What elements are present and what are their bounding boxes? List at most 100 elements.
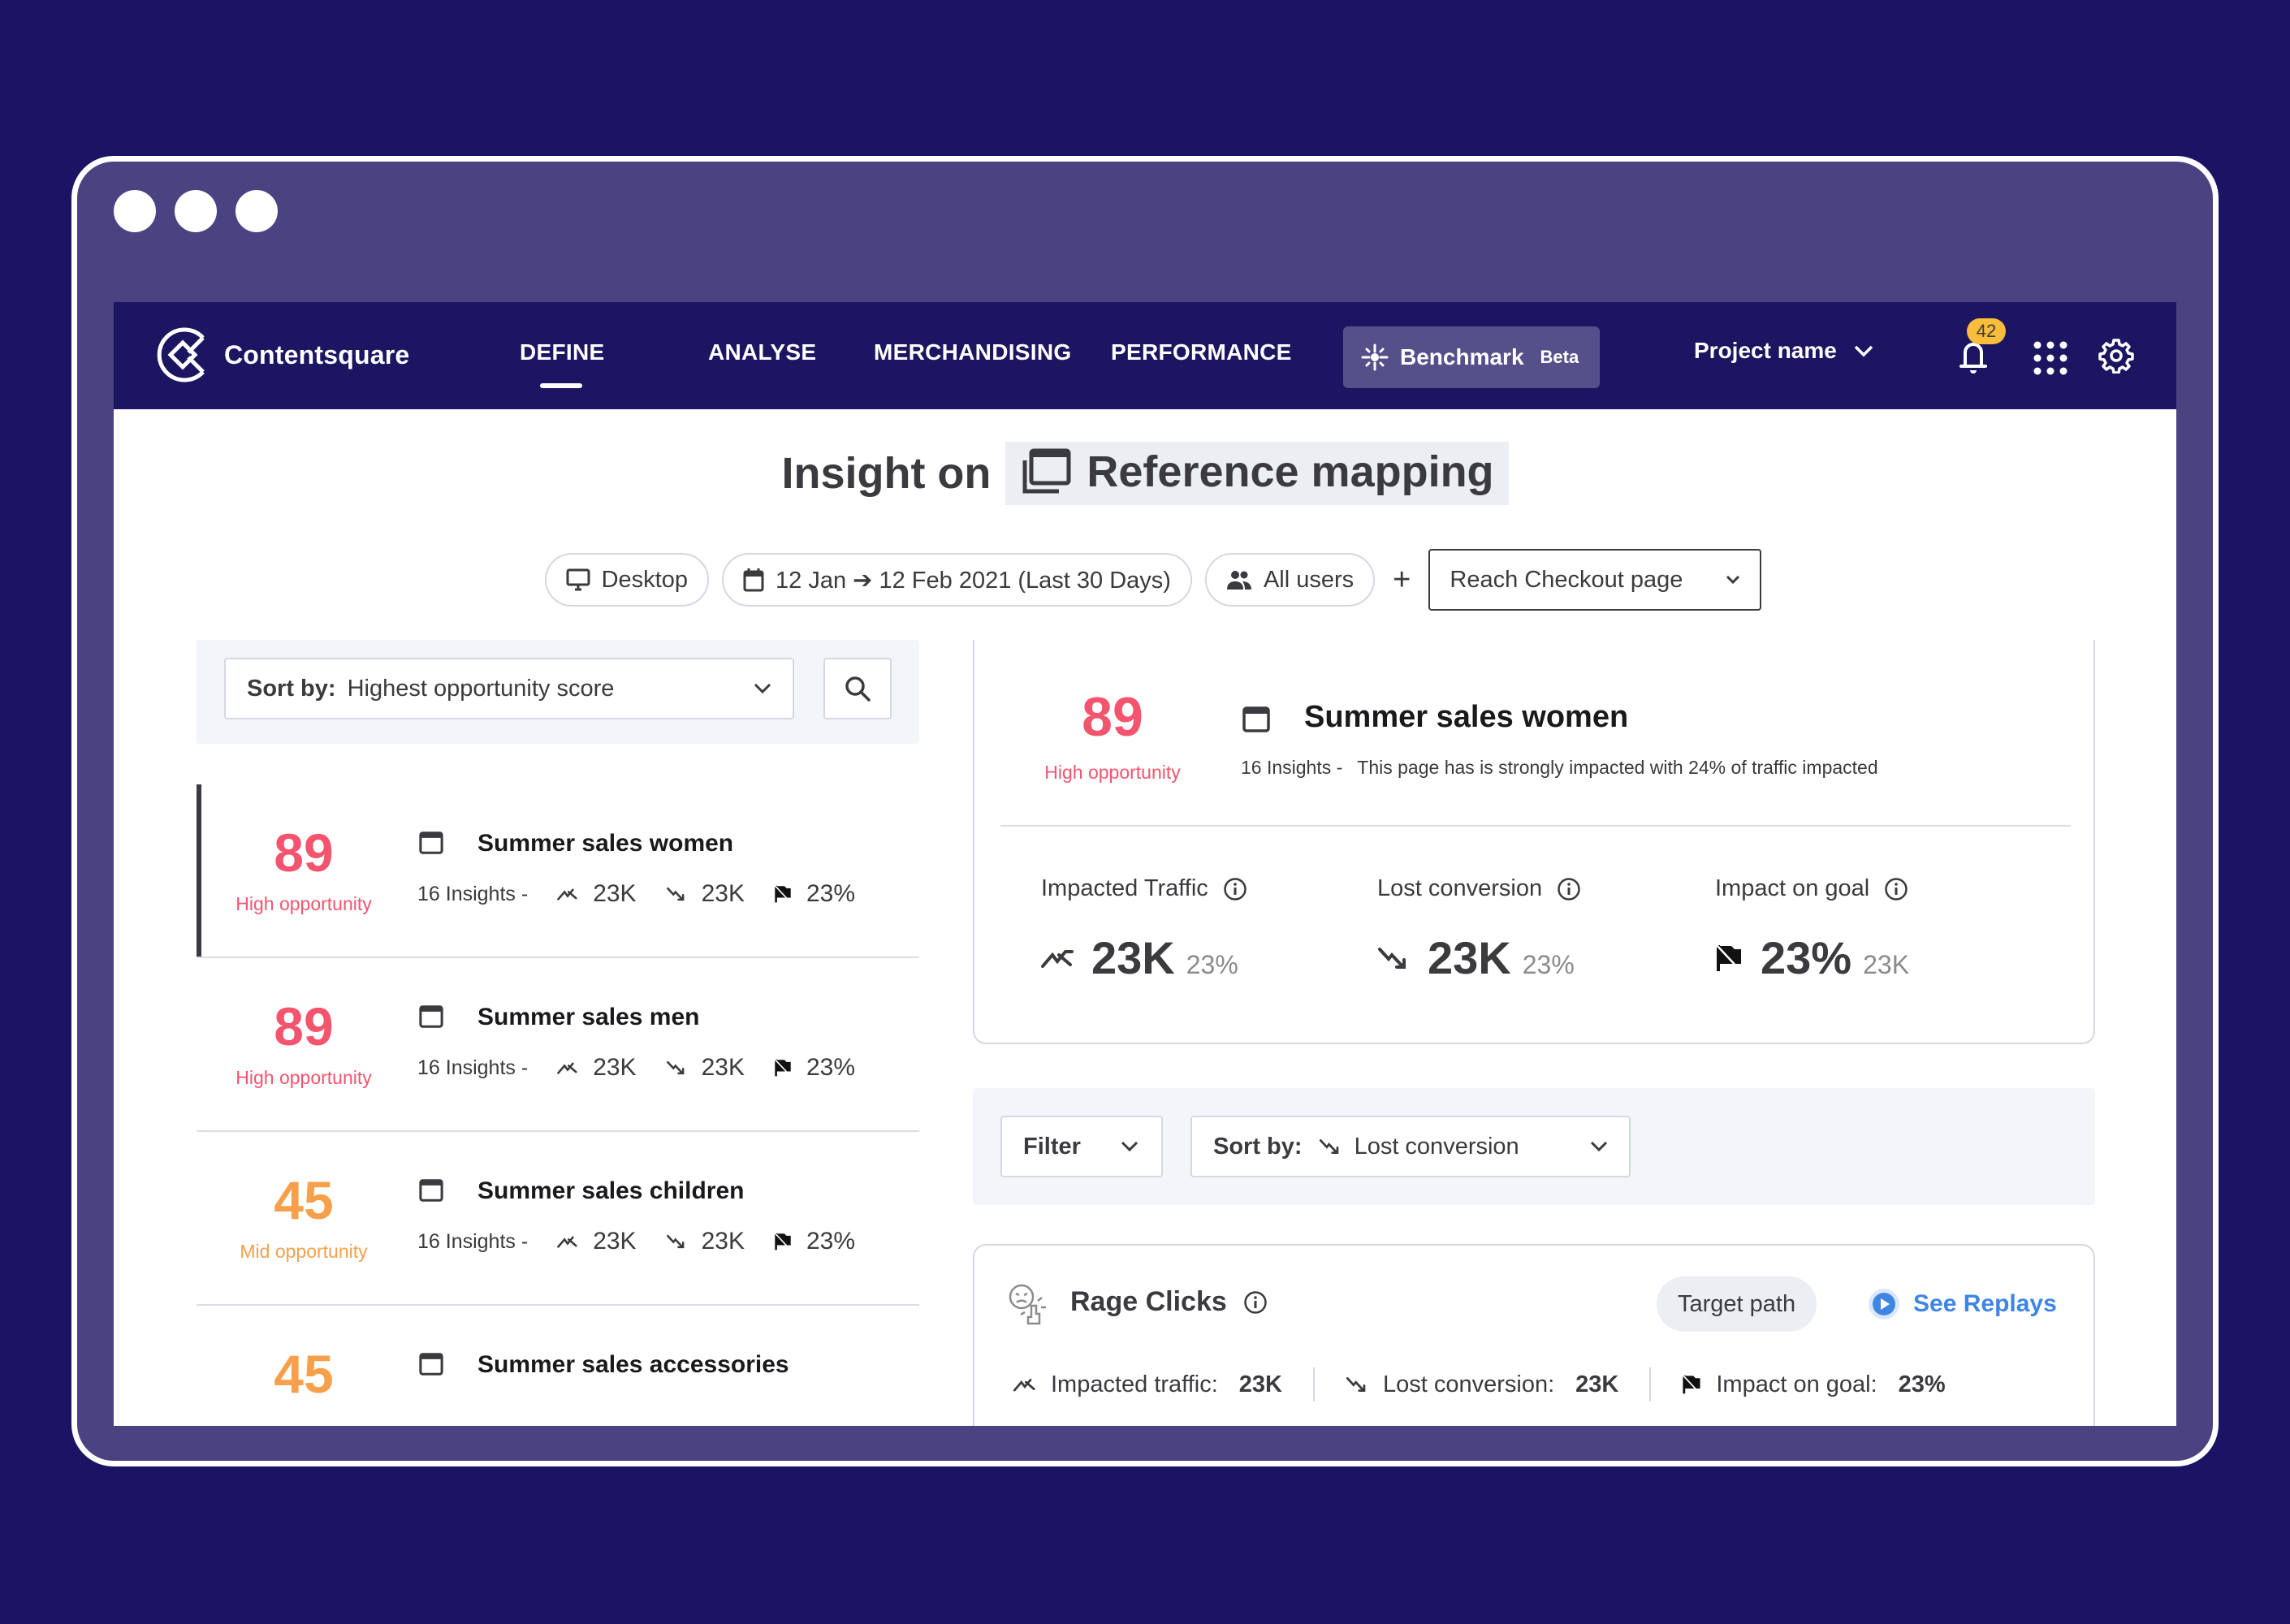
bell-icon[interactable] — [1957, 339, 1990, 375]
insight-description: 16 Insights - This page has is strongly i… — [1241, 757, 1878, 779]
window-control-dot[interactable] — [235, 190, 278, 232]
metric-label: Lost conversion: — [1382, 1371, 1555, 1397]
kpi-label: Impacted Traffic — [1041, 875, 1208, 901]
benchmark-button[interactable]: Benchmark Beta — [1343, 326, 1600, 388]
page-name-chip[interactable]: Reference mapping — [1005, 442, 1509, 505]
window-control-dot[interactable] — [175, 190, 217, 232]
info-icon[interactable] — [1243, 1290, 1268, 1315]
add-filter-button[interactable]: + — [1393, 563, 1411, 598]
segment-filter[interactable]: All users — [1204, 553, 1376, 607]
gear-icon[interactable] — [2098, 338, 2134, 374]
zone-sort-select[interactable]: Sort by: Lost conversion — [1190, 1116, 1631, 1177]
see-replays-link[interactable]: See Replays — [1868, 1288, 2057, 1320]
insight-name: Summer sales women — [477, 830, 734, 857]
search-button[interactable] — [823, 658, 892, 719]
trend-down-icon — [666, 887, 684, 901]
metric-goal: 23% — [774, 1228, 855, 1255]
nav-analyse[interactable]: ANALYSE — [708, 339, 816, 365]
date-range-filter[interactable]: 12 Jan ➔ 12 Feb 2021 (Last 30 Days) — [722, 553, 1192, 607]
nav-merchandising[interactable]: MERCHANDISING — [874, 339, 1071, 365]
trend-down-icon — [666, 1234, 684, 1249]
insight-list-item[interactable]: 45 Summer sales accessories — [197, 1306, 919, 1426]
metric-value: 23% — [806, 1054, 856, 1081]
contentsquare-logo-icon — [157, 327, 205, 382]
target-path-button[interactable]: Target path — [1657, 1276, 1817, 1332]
insight-list: 89 High opportunity Summer sales women 16 I… — [197, 784, 919, 1426]
metric-traffic: 23K — [557, 880, 637, 908]
insight-detail: 89 High opportunity Summer sales women 1… — [973, 640, 2095, 1426]
insight-count: 16 Insights - — [1241, 757, 1343, 778]
kpi-value: 23% — [1761, 932, 1852, 983]
insight-list-item[interactable]: 45 Mid opportunity Summer sales children 16… — [197, 1132, 919, 1306]
kpi-secondary: 23K — [1863, 950, 1910, 979]
play-icon — [1869, 1289, 1899, 1320]
metric-traffic: 23K — [557, 1228, 637, 1255]
metric-impacted-traffic: Impacted traffic: 23K — [1013, 1367, 1313, 1402]
page-icon — [419, 1353, 443, 1376]
insight-list-item[interactable]: 89 High opportunity Summer sales women 16 I… — [197, 784, 919, 958]
chevron-down-icon — [754, 683, 771, 694]
chevron-down-icon — [1590, 1141, 1608, 1152]
metric-value: 23K — [701, 1054, 745, 1081]
rage-clicks-metrics: Impacted traffic: 23K Lost conversion: 2… — [1013, 1367, 1977, 1402]
metric-lost-conversion: Lost conversion: 23K — [1312, 1367, 1649, 1402]
page-title: Insight on Reference mapping — [114, 442, 2176, 505]
filter-label: Filter — [1023, 1133, 1081, 1160]
zone-toolbar: Filter Sort by: Lost conversion — [973, 1088, 2095, 1205]
insight-metrics: 16 Insights - 23K 23K 23% — [417, 1228, 884, 1255]
goal-flag-icon — [774, 1233, 791, 1250]
brand-logo[interactable]: Contentsquare — [153, 325, 409, 385]
rage-clicks-card[interactable]: Rage Clicks Target path See Replays Impa… — [973, 1244, 2095, 1426]
title-prefix: Insight on — [781, 449, 992, 498]
opportunity-score: 89 — [1082, 686, 1143, 748]
kpi-label: Lost conversion — [1377, 875, 1543, 901]
users-icon — [1226, 571, 1251, 590]
chevron-down-icon — [1854, 345, 1873, 357]
top-navbar: Contentsquare DEFINE ANALYSE MERCHANDISI… — [114, 302, 2176, 409]
info-icon[interactable] — [1884, 877, 1908, 901]
opportunity-score: 89 — [274, 823, 334, 883]
device-filter[interactable]: Desktop — [544, 553, 709, 607]
trend-traffic-icon — [557, 1062, 577, 1074]
trend-traffic-icon — [557, 888, 577, 901]
info-icon[interactable] — [1557, 877, 1581, 901]
date-range-label: 12 Jan ➔ 12 Feb 2021 (Last 30 Days) — [776, 567, 1171, 594]
metric-value: 23K — [593, 1054, 637, 1081]
active-tab-indicator — [540, 383, 582, 388]
page-icon — [1242, 706, 1270, 732]
kpi-lost-conversion: Lost conversion 23K 23% — [1377, 875, 1581, 984]
insight-list-item[interactable]: 89 High opportunity Summer sales men 16 Ins… — [197, 958, 919, 1132]
opportunity-level: High opportunity — [235, 1067, 372, 1088]
nav-performance[interactable]: PERFORMANCE — [1111, 339, 1292, 365]
project-name: Project name — [1694, 338, 1837, 363]
nav-define[interactable]: DEFINE — [520, 339, 604, 365]
page-icon — [419, 1005, 443, 1028]
apps-grid-icon[interactable] — [2033, 341, 2067, 375]
sort-select[interactable]: Sort by: Highest opportunity score — [224, 658, 794, 719]
goal-flag-icon — [774, 1059, 791, 1077]
desktop-icon — [566, 568, 590, 591]
project-selector[interactable]: Project name — [1694, 338, 1874, 364]
metric-lost-conversion: 23K — [666, 880, 745, 908]
filter-dropdown[interactable]: Filter — [1000, 1116, 1163, 1177]
goal-select[interactable]: Reach Checkout page — [1428, 549, 1762, 611]
insight-name: Summer sales accessories — [477, 1351, 789, 1378]
window-control-dot[interactable] — [114, 190, 156, 232]
metric-value: 23K — [1575, 1371, 1619, 1397]
metric-lost-conversion: 23K — [666, 1054, 745, 1082]
metric-traffic: 23K — [557, 1054, 637, 1082]
sort-value: Lost conversion — [1354, 1133, 1519, 1160]
calendar-icon — [743, 568, 764, 592]
metric-lost-conversion: 23K — [666, 1228, 745, 1255]
benchmark-label: Benchmark — [1400, 344, 1524, 369]
metric-goal: 23% — [774, 1054, 855, 1082]
insight-summary-card: 89 High opportunity Summer sales women 1… — [973, 640, 2095, 1044]
opportunity-score: 89 — [274, 996, 334, 1056]
metric-label: Impacted traffic: — [1051, 1371, 1218, 1397]
page-icon — [419, 1179, 443, 1202]
list-toolbar: Sort by: Highest opportunity score — [197, 640, 919, 744]
trend-down-icon — [1346, 1377, 1366, 1392]
brand-name: Contentsquare — [224, 339, 410, 369]
metric-value: 23K — [701, 1228, 745, 1255]
info-icon[interactable] — [1223, 877, 1247, 901]
